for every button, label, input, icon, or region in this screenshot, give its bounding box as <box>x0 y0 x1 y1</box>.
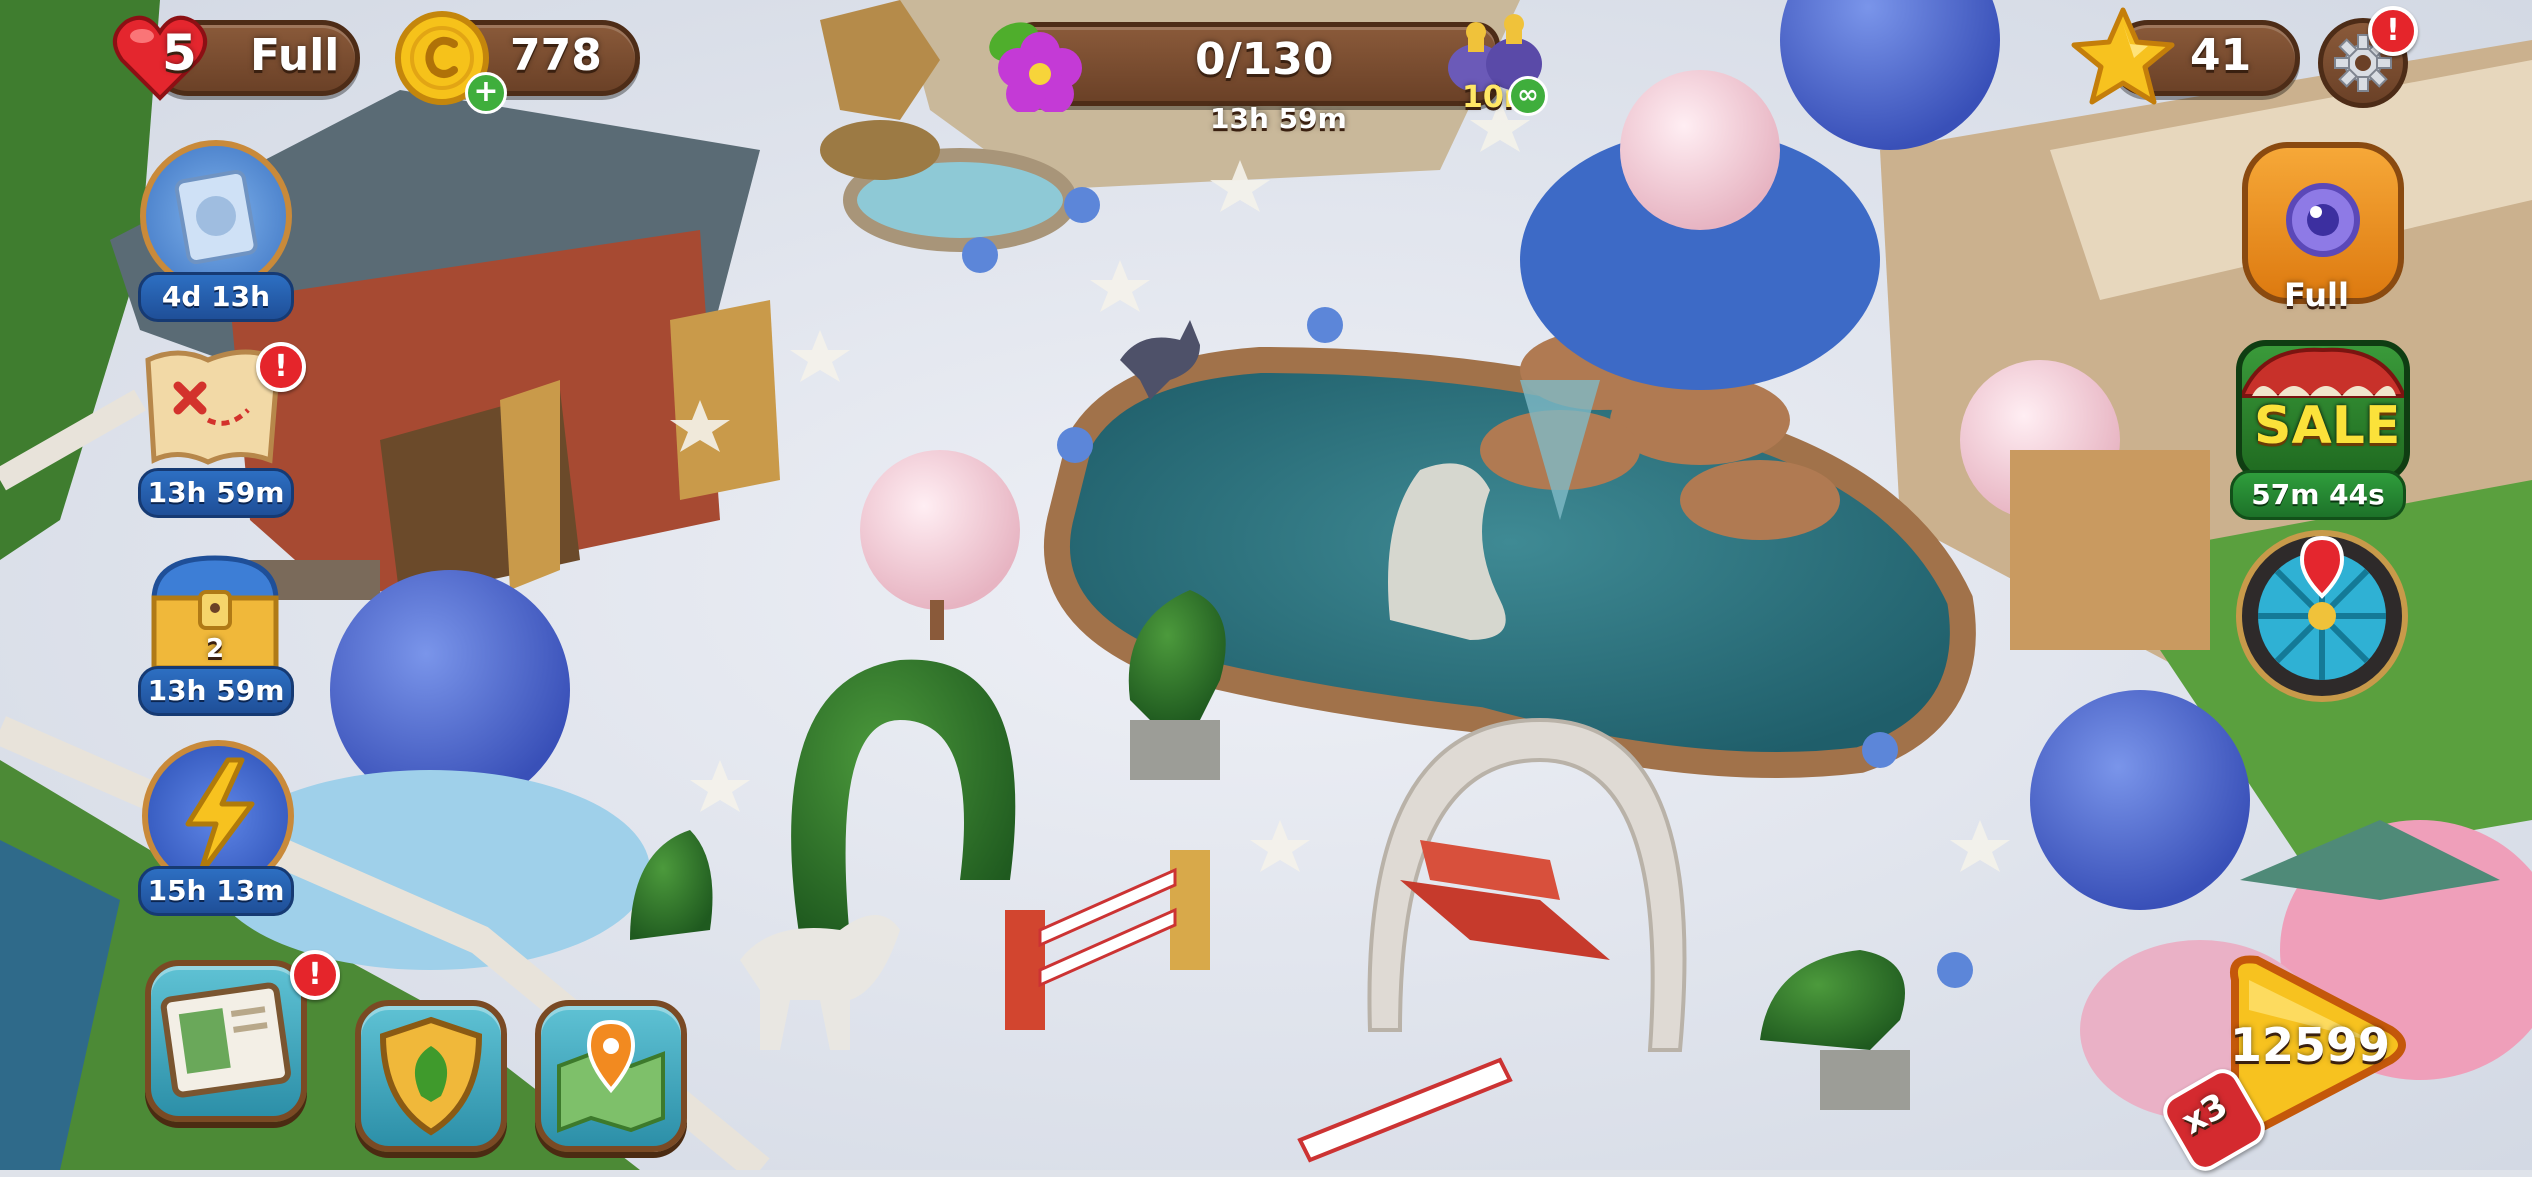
event-ticket-icon <box>174 169 258 264</box>
leaf-shield-icon <box>379 1016 483 1136</box>
progress-timer: 13h 59m <box>1210 102 1347 135</box>
journal-notification-badge: ! <box>290 950 340 1000</box>
shop-status: Full <box>2284 276 2349 314</box>
lightning-timer: 15h 13m <box>138 866 294 916</box>
infinity-icon: ∞ <box>1508 76 1548 116</box>
star-icon[interactable] <box>2068 4 2178 114</box>
map-notification-badge: ! <box>256 342 306 392</box>
sale-label: SALE <box>2254 396 2401 456</box>
plus-icon[interactable]: + <box>465 72 507 114</box>
progress-count: 0/130 <box>1195 34 1334 85</box>
map-pin-icon <box>557 1019 665 1133</box>
play-level: 12599 <box>2230 1018 2391 1072</box>
world-map-button[interactable] <box>535 1000 687 1152</box>
settings-notification-badge: ! <box>2368 6 2418 56</box>
event-timer: 4d 13h <box>138 272 294 322</box>
lives-status: Full <box>250 30 340 81</box>
lightning-icon <box>185 757 255 877</box>
journal-button[interactable] <box>145 960 307 1122</box>
wheel-button[interactable] <box>2236 530 2408 702</box>
chest-count: 2 <box>206 634 225 664</box>
stars-count: 41 <box>2190 30 2252 81</box>
sale-timer: 57m 44s <box>2230 470 2406 520</box>
garden-shield-button[interactable] <box>355 1000 507 1152</box>
coins-count: 778 <box>510 30 602 81</box>
lives-count: 5 <box>162 24 197 82</box>
garden-scene <box>0 0 2532 1170</box>
flower-icon[interactable] <box>980 12 1090 114</box>
event-ticket-button[interactable] <box>140 140 292 292</box>
map-timer: 13h 59m <box>138 468 294 518</box>
chest-timer: 13h 59m <box>138 666 294 716</box>
wheel-icon <box>2258 535 2386 680</box>
journal-icon <box>160 982 291 1098</box>
